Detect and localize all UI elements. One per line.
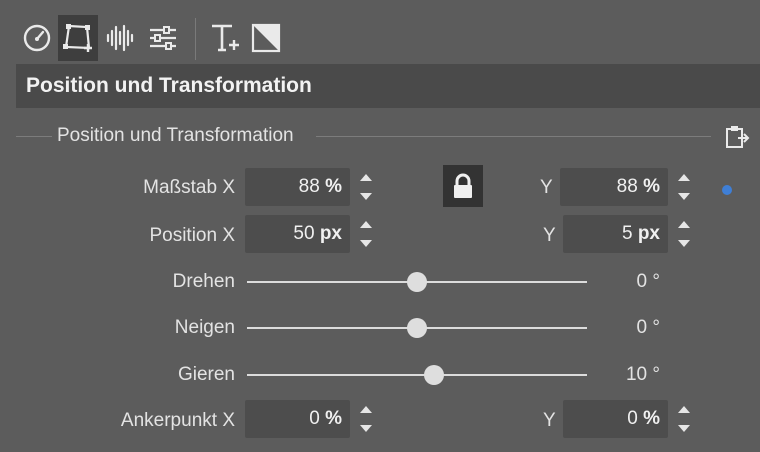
crop-transform-icon[interactable] xyxy=(58,15,98,61)
section-title: Position und Transformation xyxy=(57,125,294,146)
position-x-stepper[interactable] xyxy=(352,215,380,253)
decrement-button[interactable] xyxy=(352,187,380,206)
increment-button[interactable] xyxy=(352,400,380,419)
anchor-y-value: 0 xyxy=(627,408,638,429)
rotate-label: Drehen xyxy=(172,271,235,292)
increment-button[interactable] xyxy=(352,168,380,187)
position-x-unit: px xyxy=(319,223,342,244)
lock-icon xyxy=(454,173,472,198)
position-y-stepper[interactable] xyxy=(670,215,698,253)
scale-y-stepper[interactable] xyxy=(670,168,698,206)
anchor-x-label: Ankerpunkt X xyxy=(120,410,235,431)
anchor-x-stepper[interactable] xyxy=(352,400,380,438)
divider xyxy=(16,136,52,137)
anchor-x-value: 0 xyxy=(309,408,320,429)
position-y-label: Y xyxy=(543,225,556,246)
anchor-y-field[interactable]: 0 % xyxy=(563,400,668,438)
scale-x-unit: % xyxy=(325,176,342,197)
decrement-button[interactable] xyxy=(352,419,380,438)
panel-header: Position und Transformation xyxy=(16,64,760,108)
skew-label: Neigen xyxy=(174,317,235,338)
skew-slider-handle[interactable] xyxy=(407,318,427,338)
position-x-value: 50 xyxy=(293,223,315,244)
scale-y-unit: % xyxy=(643,176,660,197)
anchor-y-stepper[interactable] xyxy=(670,400,698,438)
decrement-button[interactable] xyxy=(352,234,380,253)
paste-settings-icon[interactable] xyxy=(724,124,750,150)
position-x-label: Position X xyxy=(149,225,235,246)
scale-x-value: 88 xyxy=(298,176,320,197)
decrement-button[interactable] xyxy=(670,187,698,206)
position-y-value: 5 xyxy=(621,223,633,244)
increment-button[interactable] xyxy=(670,168,698,187)
divider xyxy=(316,136,711,137)
increment-button[interactable] xyxy=(670,215,698,234)
position-transform-section: Position und Transformation Maßstab X 88… xyxy=(0,108,760,452)
decrement-button[interactable] xyxy=(670,419,698,438)
toolbar-separator xyxy=(195,18,196,60)
speedometer-icon[interactable] xyxy=(17,15,57,61)
position-y-unit: px xyxy=(637,223,660,244)
audio-waveform-icon[interactable] xyxy=(100,15,140,61)
anchor-x-field[interactable]: 0 % xyxy=(245,400,350,438)
text-add-icon[interactable] xyxy=(205,15,245,61)
anchor-x-unit: % xyxy=(325,408,342,429)
panel-title: Position und Transformation xyxy=(26,74,312,97)
anchor-y-label: Y xyxy=(543,410,556,431)
rotate-slider-handle[interactable] xyxy=(407,272,427,292)
position-y-field[interactable]: 5 px xyxy=(563,215,668,253)
lock-aspect-button[interactable] xyxy=(443,165,483,207)
anchor-y-unit: % xyxy=(643,408,660,429)
scale-y-value: 88 xyxy=(616,176,638,197)
scale-x-field[interactable]: 88 % xyxy=(245,168,350,206)
sliders-icon[interactable] xyxy=(143,15,183,61)
skew-value: 0 ° xyxy=(636,317,660,338)
position-x-field[interactable]: 50 px xyxy=(245,215,350,253)
yaw-slider-handle[interactable] xyxy=(424,365,444,385)
increment-button[interactable] xyxy=(352,215,380,234)
scale-y-label: Y xyxy=(540,177,553,198)
scale-x-label: Maßstab X xyxy=(143,177,235,198)
scale-y-field[interactable]: 88 % xyxy=(560,168,668,206)
toolbar xyxy=(0,0,760,64)
rotate-value: 0 ° xyxy=(636,271,660,292)
scale-x-stepper[interactable] xyxy=(352,168,380,206)
yaw-value: 10 ° xyxy=(625,364,660,385)
keyframe-indicator[interactable] xyxy=(722,185,732,195)
yaw-label: Gieren xyxy=(177,364,235,385)
increment-button[interactable] xyxy=(670,400,698,419)
decrement-button[interactable] xyxy=(670,234,698,253)
diagonal-mask-icon[interactable] xyxy=(246,15,286,61)
yaw-slider[interactable] xyxy=(247,374,587,376)
